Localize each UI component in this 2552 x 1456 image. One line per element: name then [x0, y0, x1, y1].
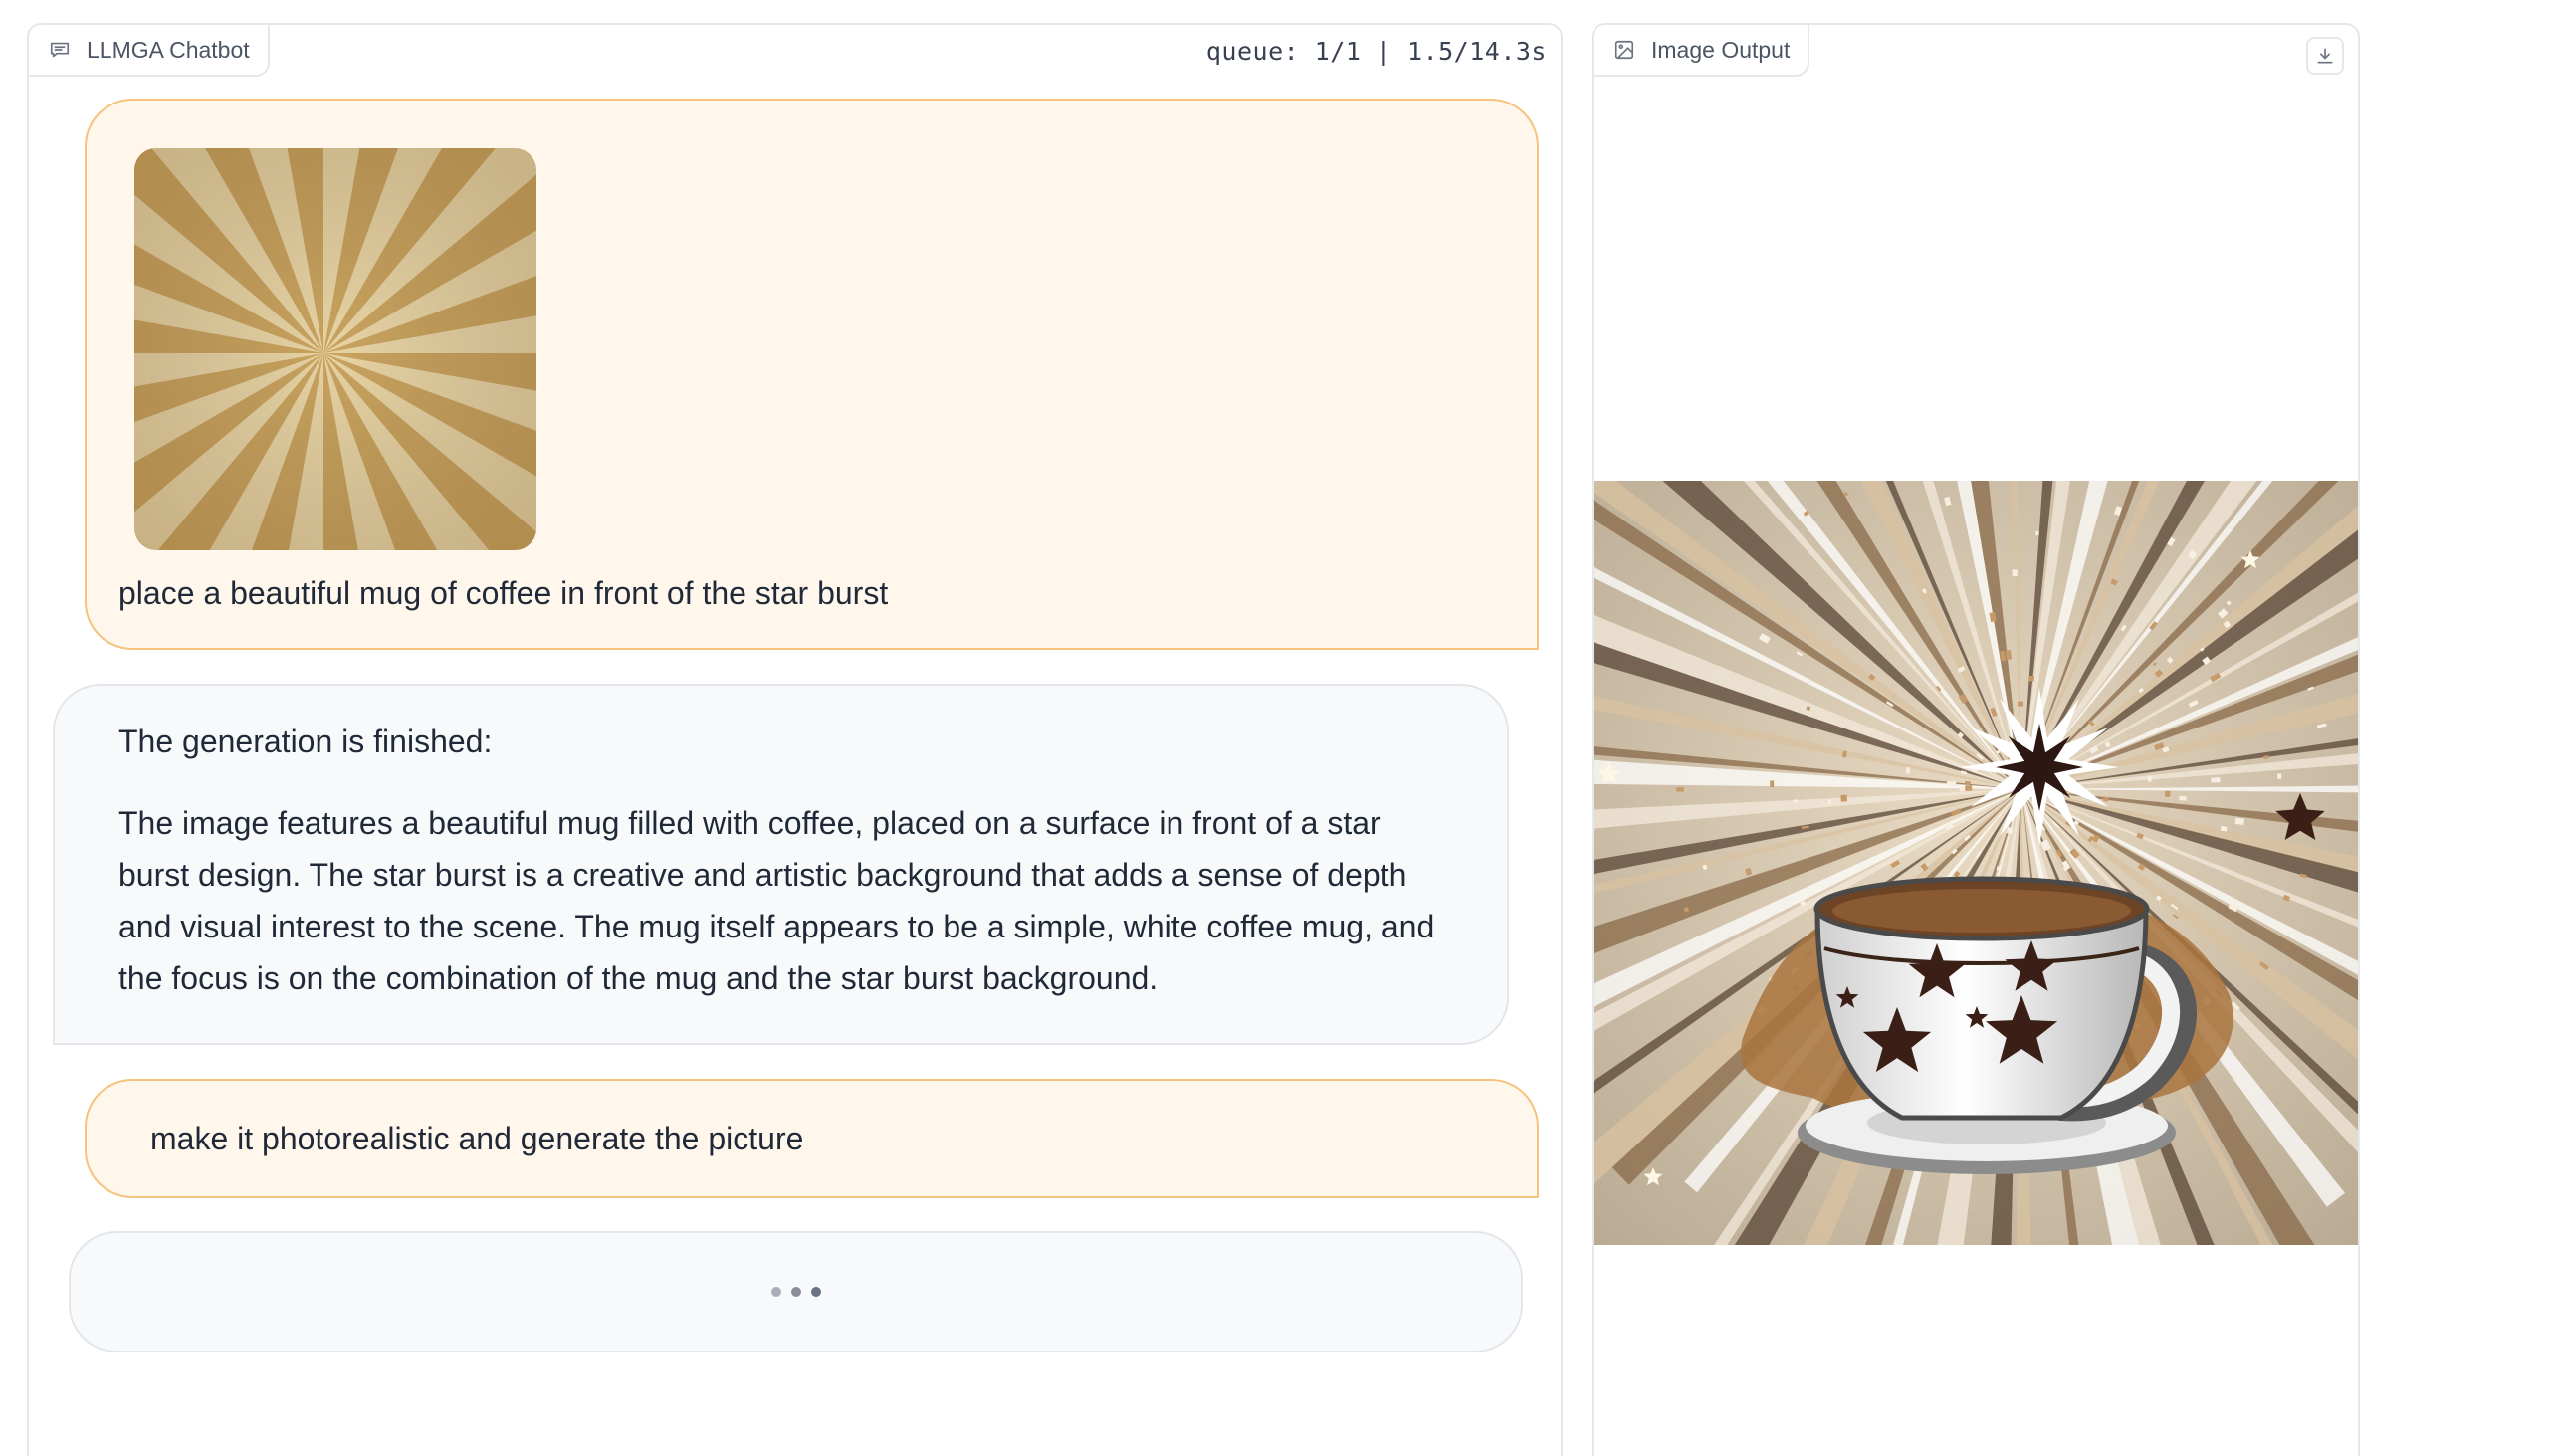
chat-icon — [50, 42, 70, 58]
coffee-mug-starburst-image[interactable] — [1594, 481, 2358, 1245]
user-message: place a beautiful mug of coffee in front… — [85, 99, 1539, 650]
bot-message-paragraph: The generation is finished: — [118, 724, 493, 759]
loading-dot — [810, 1287, 821, 1297]
user-message-text: make it photorealistic and generate the … — [150, 1121, 804, 1156]
starburst-image[interactable] — [134, 148, 536, 550]
chatbot-panel: LLMGA Chatbot queue: 1/1 | 1.5/14.3s pla… — [27, 23, 1563, 1456]
image-icon — [1614, 40, 1634, 60]
loading-dot — [790, 1287, 801, 1297]
chatbot-label: LLMGA Chatbot — [29, 25, 270, 77]
image-output-label: Image Output — [1594, 25, 1810, 77]
image-output-panel: Image Output — [1592, 23, 2360, 1456]
bot-message: The generation is finished: The image fe… — [53, 684, 1509, 1045]
loading-dot — [770, 1287, 781, 1297]
queue-status: queue: 1/1 | 1.5/14.3s — [1205, 37, 1547, 66]
user-message-text: place a beautiful mug of coffee in front… — [118, 575, 889, 611]
chatbot-label-text: LLMGA Chatbot — [87, 36, 250, 63]
download-button[interactable] — [2306, 37, 2344, 75]
user-message: make it photorealistic and generate the … — [85, 1079, 1539, 1198]
bot-message-paragraph: The image features a beautiful mug fille… — [118, 805, 1435, 996]
download-icon — [2317, 48, 2333, 64]
image-output-label-text: Image Output — [1651, 36, 1791, 63]
bot-pending-message — [69, 1231, 1523, 1352]
